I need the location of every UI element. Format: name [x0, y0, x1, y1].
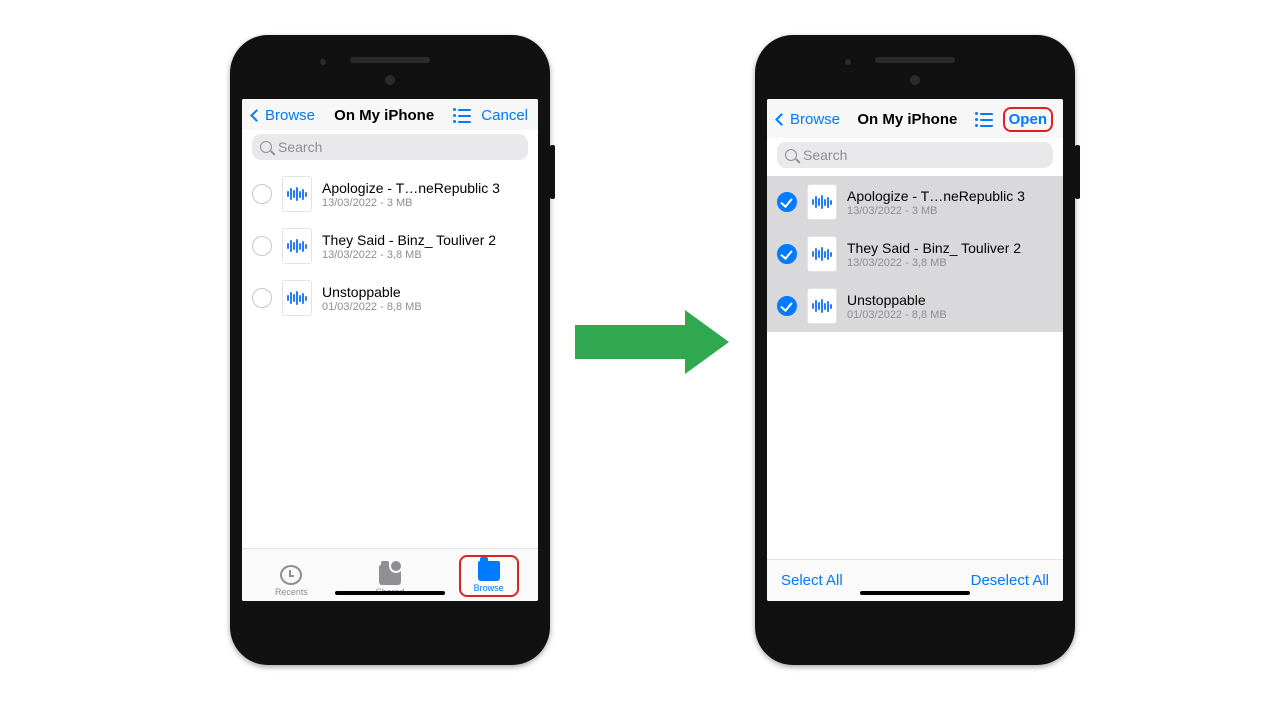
- navbar: Browse On My iPhone Open: [767, 99, 1063, 138]
- file-list: Apologize - T…neRepublic 3 13/03/2022 - …: [242, 168, 538, 548]
- cancel-button[interactable]: Cancel: [481, 107, 528, 124]
- speaker: [875, 57, 955, 63]
- home-indicator[interactable]: [860, 591, 970, 595]
- select-all-button[interactable]: Select All: [781, 572, 843, 589]
- file-meta: 13/03/2022 - 3 MB: [847, 205, 1025, 217]
- camera-dot: [910, 75, 920, 85]
- search-input[interactable]: Search: [252, 134, 528, 160]
- checkbox-unchecked[interactable]: [252, 288, 272, 308]
- arrow-right-icon: [575, 310, 729, 374]
- empty-area: [767, 332, 1063, 559]
- file-name: Apologize - T…neRepublic 3: [847, 188, 1025, 204]
- list-view-icon[interactable]: [975, 113, 993, 127]
- checkbox-checked[interactable]: [777, 192, 797, 212]
- phone-mockup-left: Browse On My iPhone Cancel Search Apolog…: [230, 35, 550, 665]
- audio-file-icon: [282, 228, 312, 264]
- page-title: On My iPhone: [857, 111, 957, 128]
- home-indicator[interactable]: [335, 591, 445, 595]
- deselect-all-button[interactable]: Deselect All: [971, 572, 1049, 589]
- camera-dot: [385, 75, 395, 85]
- file-name: They Said - Binz_ Touliver 2: [847, 240, 1021, 256]
- file-meta: 01/03/2022 - 8,8 MB: [847, 309, 947, 321]
- phone-mockup-right: Browse On My iPhone Open Search Apologiz…: [755, 35, 1075, 665]
- back-button[interactable]: Browse: [777, 111, 840, 128]
- page-title: On My iPhone: [334, 107, 434, 124]
- screen-right: Browse On My iPhone Open Search Apologiz…: [767, 99, 1063, 601]
- file-row[interactable]: Unstoppable 01/03/2022 - 8,8 MB: [767, 280, 1063, 332]
- checkbox-checked[interactable]: [777, 296, 797, 316]
- checkbox-unchecked[interactable]: [252, 184, 272, 204]
- tab-label: Browse: [474, 583, 504, 593]
- tab-recents[interactable]: Recents: [261, 564, 321, 597]
- file-name: Unstoppable: [322, 284, 422, 300]
- search-icon: [260, 141, 272, 153]
- back-label: Browse: [790, 111, 840, 128]
- file-row[interactable]: Unstoppable 01/03/2022 - 8,8 MB: [242, 272, 538, 324]
- search-placeholder: Search: [278, 139, 322, 155]
- tab-label: Recents: [275, 587, 308, 597]
- file-meta: 13/03/2022 - 3 MB: [322, 197, 500, 209]
- file-meta: 01/03/2022 - 8,8 MB: [322, 301, 422, 313]
- back-button[interactable]: Browse: [252, 107, 315, 124]
- file-meta: 13/03/2022 - 3,8 MB: [847, 257, 1021, 269]
- back-label: Browse: [265, 107, 315, 124]
- clock-icon: [280, 565, 302, 585]
- audio-file-icon: [282, 176, 312, 212]
- file-row[interactable]: They Said - Binz_ Touliver 2 13/03/2022 …: [242, 220, 538, 272]
- file-list: Apologize - T…neRepublic 3 13/03/2022 - …: [767, 176, 1063, 332]
- checkbox-checked[interactable]: [777, 244, 797, 264]
- search-icon: [785, 149, 797, 161]
- list-view-icon[interactable]: [453, 109, 471, 123]
- speaker: [350, 57, 430, 63]
- file-row[interactable]: Apologize - T…neRepublic 3 13/03/2022 - …: [767, 176, 1063, 228]
- screen-left: Browse On My iPhone Cancel Search Apolog…: [242, 99, 538, 601]
- tab-browse[interactable]: Browse: [459, 555, 519, 597]
- power-button: [550, 145, 555, 199]
- audio-file-icon: [282, 280, 312, 316]
- chevron-left-icon: [775, 113, 788, 126]
- folder-icon: [478, 561, 500, 581]
- open-button[interactable]: Open: [1003, 107, 1053, 132]
- sensor-dot: [845, 59, 851, 65]
- navbar: Browse On My iPhone Cancel: [242, 99, 538, 130]
- shared-folder-icon: [379, 565, 401, 585]
- file-row[interactable]: They Said - Binz_ Touliver 2 13/03/2022 …: [767, 228, 1063, 280]
- audio-file-icon: [807, 184, 837, 220]
- file-name: Apologize - T…neRepublic 3: [322, 180, 500, 196]
- search-input[interactable]: Search: [777, 142, 1053, 168]
- checkbox-unchecked[interactable]: [252, 236, 272, 256]
- audio-file-icon: [807, 288, 837, 324]
- power-button: [1075, 145, 1080, 199]
- file-row[interactable]: Apologize - T…neRepublic 3 13/03/2022 - …: [242, 168, 538, 220]
- file-meta: 13/03/2022 - 3,8 MB: [322, 249, 496, 261]
- file-name: Unstoppable: [847, 292, 947, 308]
- chevron-left-icon: [250, 109, 263, 122]
- audio-file-icon: [807, 236, 837, 272]
- search-placeholder: Search: [803, 147, 847, 163]
- sensor-dot: [320, 59, 326, 65]
- file-name: They Said - Binz_ Touliver 2: [322, 232, 496, 248]
